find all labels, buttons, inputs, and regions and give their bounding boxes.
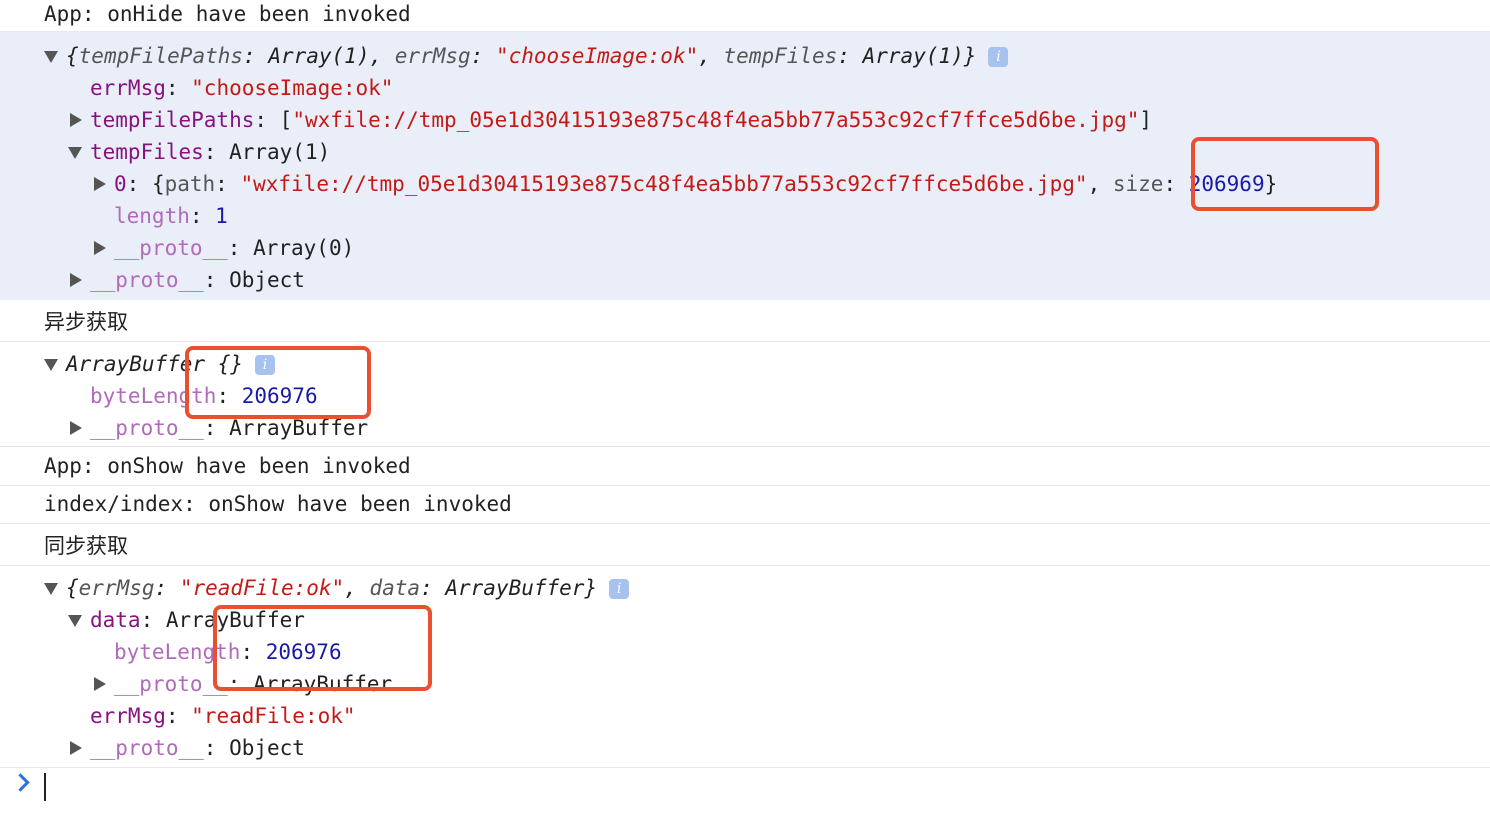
expand-arrow-icon[interactable] xyxy=(94,177,106,191)
collapse-arrow-icon[interactable] xyxy=(44,51,58,63)
property-errmsg: errMsg: "chooseImage:ok" xyxy=(90,76,394,100)
expand-arrow-icon[interactable] xyxy=(94,241,106,255)
object-summary[interactable]: {errMsg: "readFile:ok", data: ArrayBuffe… xyxy=(66,572,630,604)
expand-arrow-icon[interactable] xyxy=(70,113,82,127)
message-text: App: onShow have been invoked xyxy=(44,454,411,478)
expand-arrow-icon[interactable] xyxy=(94,677,106,691)
console-input[interactable] xyxy=(44,773,46,801)
console-message-index-onshow: index/index: onShow have been invoked xyxy=(0,486,1490,524)
expand-arrow-icon[interactable] xyxy=(70,421,82,435)
prompt-chevron-icon xyxy=(11,773,30,792)
collapse-arrow-icon[interactable] xyxy=(44,583,58,595)
message-text: 异步获取 xyxy=(44,310,128,334)
property-proto-object[interactable]: __proto__: Object xyxy=(90,732,305,764)
message-text: index/index: onShow have been invoked xyxy=(44,492,512,516)
collapse-arrow-icon[interactable] xyxy=(44,359,58,371)
highlight-box-size xyxy=(1191,137,1379,211)
collapse-arrow-icon[interactable] xyxy=(68,147,82,159)
info-icon[interactable]: i xyxy=(609,579,630,599)
devtools-console: App: onHide have been invoked {tempFileP… xyxy=(0,0,1490,814)
info-icon[interactable]: i xyxy=(988,47,1009,67)
console-message-app-onshow: App: onShow have been invoked xyxy=(0,447,1490,486)
property-tempfiles[interactable]: tempFiles: Array(1) xyxy=(90,136,330,168)
console-message-onhide: App: onHide have been invoked xyxy=(0,0,1490,32)
expand-arrow-icon[interactable] xyxy=(70,273,82,287)
property-tempfilepaths[interactable]: tempFilePaths: ["wxfile://tmp_05e1d30415… xyxy=(90,104,1152,136)
message-text: App: onHide have been invoked xyxy=(44,2,411,26)
property-length: length: 1 xyxy=(114,204,228,228)
highlight-box-async-bytelength xyxy=(185,346,371,419)
property-proto-object[interactable]: __proto__: Object xyxy=(90,264,305,296)
highlight-box-sync-bytelength xyxy=(213,605,432,691)
object-summary[interactable]: {tempFilePaths: Array(1), errMsg: "choos… xyxy=(66,40,1009,72)
property-item-0[interactable]: 0: {path: "wxfile://tmp_05e1d30415193e87… xyxy=(114,168,1277,200)
collapse-arrow-icon[interactable] xyxy=(68,615,82,627)
console-message-async-label: 异步获取 xyxy=(0,300,1490,342)
message-text: 同步获取 xyxy=(44,534,128,558)
property-errmsg: errMsg: "readFile:ok" xyxy=(90,704,356,728)
console-message-sync-label: 同步获取 xyxy=(0,524,1490,566)
property-proto-array[interactable]: __proto__: Array(0) xyxy=(114,232,354,264)
expand-arrow-icon[interactable] xyxy=(70,741,82,755)
